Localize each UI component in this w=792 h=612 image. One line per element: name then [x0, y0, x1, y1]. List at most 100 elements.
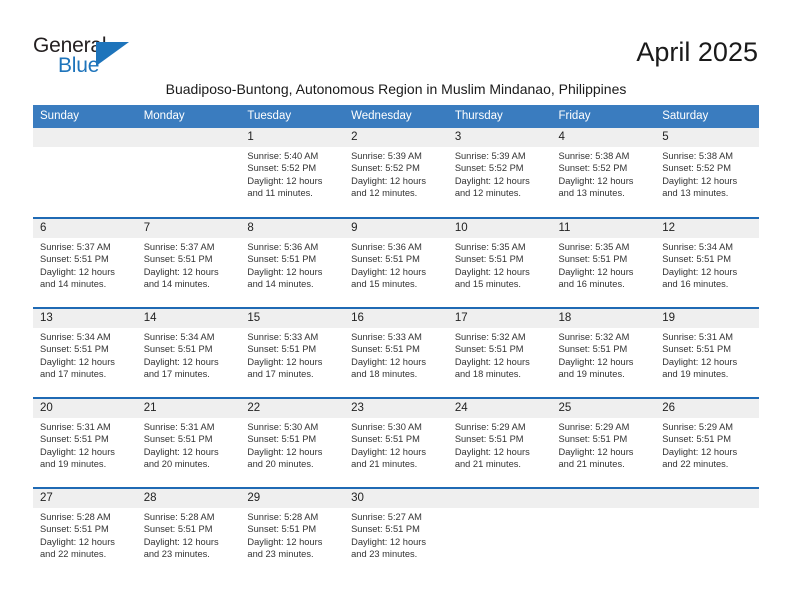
calendar-day-cell[interactable]: 10 Sunrise: 5:35 AM Sunset: 5:51 PM Dayligh… — [447, 217, 552, 308]
day-details: Sunrise: 5:28 AM Sunset: 5:51 PM Daylight:… — [137, 508, 241, 560]
daylight-duration-line1: Daylight: 12 hours — [143, 356, 219, 367]
calendar-day-cell[interactable]: 7 Sunrise: 5:37 AM Sunset: 5:51 PM Daylight… — [136, 217, 241, 308]
weekday-header-row: Sunday Monday Tuesday Wednesday Thursday… — [33, 105, 759, 128]
calendar-day-cell[interactable]: 1 Sunrise: 5:40 AM Sunset: 5:52 PM Daylight… — [240, 128, 345, 218]
daylight-duration-line1: Daylight: 12 hours — [351, 446, 427, 457]
calendar-week-row: 20 Sunrise: 5:31 AM Sunset: 5:51 PM Dayligh… — [33, 397, 759, 488]
daylight-duration-line1: Daylight: 12 hours — [351, 536, 427, 547]
calendar-day-cell[interactable]: 19 Sunrise: 5:31 AM Sunset: 5:51 PM Dayligh… — [655, 307, 759, 398]
daylight-duration-line1: Daylight: 12 hours — [143, 536, 219, 547]
calendar-day-cell[interactable]: 4 Sunrise: 5:38 AM Sunset: 5:52 PM Daylight… — [551, 128, 656, 218]
weekday-header-friday: Friday — [551, 105, 656, 128]
weekday-header-wednesday: Wednesday — [344, 105, 448, 128]
sunrise-time: Sunrise: 5:31 AM — [143, 422, 215, 432]
day-number: 14 — [136, 309, 241, 328]
calendar-day-cell[interactable]: 14 Sunrise: 5:34 AM Sunset: 5:51 PM Dayligh… — [136, 307, 241, 398]
day-details: Sunrise: 5:37 AM Sunset: 5:51 PM Daylight:… — [33, 238, 137, 290]
sunset-time: Sunset: 5:51 PM — [558, 344, 628, 355]
calendar-day-cell[interactable]: 24 Sunrise: 5:29 AM Sunset: 5:51 PM Dayligh… — [447, 397, 552, 488]
calendar-day-cell[interactable]: 28 Sunrise: 5:28 AM Sunset: 5:51 PM Dayligh… — [136, 487, 241, 578]
calendar-week-row: 6 Sunrise: 5:37 AM Sunset: 5:51 PM Daylight… — [33, 217, 759, 308]
sunrise-time: Sunrise: 5:34 AM — [662, 242, 734, 252]
calendar-day-cell[interactable]: 22 Sunrise: 5:30 AM Sunset: 5:51 PM Dayligh… — [240, 397, 345, 488]
calendar-day-cell[interactable]: 26 Sunrise: 5:29 AM Sunset: 5:51 PM Dayligh… — [655, 397, 759, 488]
calendar-day-cell[interactable]: 17 Sunrise: 5:32 AM Sunset: 5:51 PM Dayligh… — [447, 307, 552, 398]
calendar-day-cell[interactable]: 21 Sunrise: 5:31 AM Sunset: 5:51 PM Dayligh… — [136, 397, 241, 488]
daylight-duration-line2: and 18 minutes. — [454, 368, 521, 379]
sunrise-time: Sunrise: 5:33 AM — [351, 332, 422, 342]
calendar-day-cell[interactable]: 30 Sunrise: 5:27 AM Sunset: 5:51 PM Dayligh… — [344, 487, 448, 578]
day-details: Sunrise: 5:30 AM Sunset: 5:51 PM Daylight:… — [344, 418, 448, 470]
daylight-duration-line2: and 21 minutes. — [454, 458, 521, 469]
calendar-day-cell[interactable]: 3 Sunrise: 5:39 AM Sunset: 5:52 PM Daylight… — [447, 128, 552, 218]
day-number: 27 — [33, 489, 137, 508]
sunrise-time: Sunrise: 5:27 AM — [351, 512, 422, 522]
calendar-day-cell[interactable]: 2 Sunrise: 5:39 AM Sunset: 5:52 PM Daylight… — [344, 128, 448, 218]
general-blue-logo[interactable]: General Blue — [33, 34, 163, 80]
daylight-duration-line1: Daylight: 12 hours — [143, 446, 219, 457]
calendar-day-cell[interactable]: 5 Sunrise: 5:38 AM Sunset: 5:52 PM Daylight… — [655, 128, 759, 218]
calendar-day-cell[interactable]: 11 Sunrise: 5:35 AM Sunset: 5:51 PM Dayligh… — [551, 217, 656, 308]
day-number: 9 — [344, 219, 448, 238]
day-number: 6 — [33, 219, 137, 238]
day-number: 21 — [136, 399, 241, 418]
sunrise-time: Sunrise: 5:29 AM — [662, 422, 734, 432]
day-details: Sunrise: 5:28 AM Sunset: 5:51 PM Daylight:… — [33, 508, 137, 560]
sunset-time: Sunset: 5:51 PM — [247, 524, 317, 535]
sunrise-time: Sunrise: 5:28 AM — [247, 512, 319, 522]
sunset-time: Sunset: 5:51 PM — [454, 344, 524, 355]
sunset-time: Sunset: 5:51 PM — [143, 524, 213, 535]
daylight-duration-line2: and 17 minutes. — [247, 368, 314, 379]
day-details: Sunrise: 5:39 AM Sunset: 5:52 PM Daylight:… — [448, 147, 552, 199]
day-details: Sunrise: 5:27 AM Sunset: 5:51 PM Daylight:… — [344, 508, 448, 560]
weekday-header-sunday: Sunday — [33, 105, 137, 128]
calendar-day-cell[interactable]: 23 Sunrise: 5:30 AM Sunset: 5:51 PM Dayligh… — [344, 397, 448, 488]
logo-text-blue: Blue — [58, 54, 100, 77]
calendar-day-cell[interactable]: 27 Sunrise: 5:28 AM Sunset: 5:51 PM Dayligh… — [33, 487, 137, 578]
sunrise-time: Sunrise: 5:34 AM — [143, 332, 215, 342]
day-number — [551, 489, 656, 508]
sunset-time: Sunset: 5:51 PM — [351, 524, 420, 535]
day-details: Sunrise: 5:40 AM Sunset: 5:52 PM Daylight:… — [240, 147, 344, 199]
triangle-icon — [96, 42, 129, 66]
daylight-duration-line1: Daylight: 12 hours — [662, 446, 738, 457]
daylight-duration-line1: Daylight: 12 hours — [40, 356, 115, 367]
sunrise-time: Sunrise: 5:37 AM — [40, 242, 111, 252]
day-number — [655, 489, 759, 508]
calendar-day-cell[interactable]: 25 Sunrise: 5:29 AM Sunset: 5:51 PM Dayligh… — [551, 397, 656, 488]
calendar-day-cell[interactable]: 15 Sunrise: 5:33 AM Sunset: 5:51 PM Dayligh… — [240, 307, 345, 398]
calendar-day-cell[interactable]: 29 Sunrise: 5:28 AM Sunset: 5:51 PM Dayligh… — [240, 487, 345, 578]
daylight-duration-line2: and 16 minutes. — [662, 278, 729, 289]
daylight-duration-line2: and 14 minutes. — [143, 278, 210, 289]
sunset-time: Sunset: 5:51 PM — [558, 434, 628, 445]
calendar-day-cell[interactable]: 9 Sunrise: 5:36 AM Sunset: 5:51 PM Daylight… — [344, 217, 448, 308]
calendar-day-cell[interactable]: 20 Sunrise: 5:31 AM Sunset: 5:51 PM Dayligh… — [33, 397, 137, 488]
sunrise-time: Sunrise: 5:39 AM — [351, 151, 422, 161]
calendar-day-cell[interactable]: 12 Sunrise: 5:34 AM Sunset: 5:51 PM Dayligh… — [655, 217, 759, 308]
calendar-day-cell[interactable]: 8 Sunrise: 5:36 AM Sunset: 5:51 PM Daylight… — [240, 217, 345, 308]
calendar-day-cell[interactable]: 13 Sunrise: 5:34 AM Sunset: 5:51 PM Dayligh… — [33, 307, 137, 398]
daylight-duration-line1: Daylight: 12 hours — [662, 266, 738, 277]
calendar-day-cell[interactable]: 18 Sunrise: 5:32 AM Sunset: 5:51 PM Dayligh… — [551, 307, 656, 398]
day-details: Sunrise: 5:36 AM Sunset: 5:51 PM Daylight:… — [240, 238, 344, 290]
daylight-duration-line2: and 22 minutes. — [40, 548, 107, 559]
daylight-duration-line2: and 19 minutes. — [662, 368, 729, 379]
sunset-time: Sunset: 5:52 PM — [351, 163, 420, 174]
daylight-duration-line2: and 23 minutes. — [247, 548, 314, 559]
sunrise-time: Sunrise: 5:38 AM — [558, 151, 630, 161]
daylight-duration-line2: and 15 minutes. — [454, 278, 521, 289]
location-subtitle: Buadiposo-Buntong, Autonomous Region in … — [165, 81, 627, 97]
daylight-duration-line2: and 18 minutes. — [351, 368, 418, 379]
calendar-day-cell[interactable]: 16 Sunrise: 5:33 AM Sunset: 5:51 PM Dayligh… — [344, 307, 448, 398]
day-number: 17 — [447, 309, 552, 328]
day-details: Sunrise: 5:34 AM Sunset: 5:51 PM Daylight:… — [33, 328, 137, 380]
calendar-body: 1 Sunrise: 5:40 AM Sunset: 5:52 PM Daylight… — [33, 128, 759, 578]
day-details: Sunrise: 5:28 AM Sunset: 5:51 PM Daylight:… — [240, 508, 344, 560]
sunrise-time: Sunrise: 5:34 AM — [40, 332, 111, 342]
sunrise-time: Sunrise: 5:35 AM — [454, 242, 526, 252]
day-details: Sunrise: 5:32 AM Sunset: 5:51 PM Daylight:… — [552, 328, 656, 380]
calendar-week-row: 1 Sunrise: 5:40 AM Sunset: 5:52 PM Daylight… — [33, 128, 759, 218]
calendar-day-cell[interactable]: 6 Sunrise: 5:37 AM Sunset: 5:51 PM Daylight… — [33, 217, 137, 308]
day-number: 3 — [447, 128, 552, 147]
daylight-duration-line1: Daylight: 12 hours — [662, 175, 738, 186]
